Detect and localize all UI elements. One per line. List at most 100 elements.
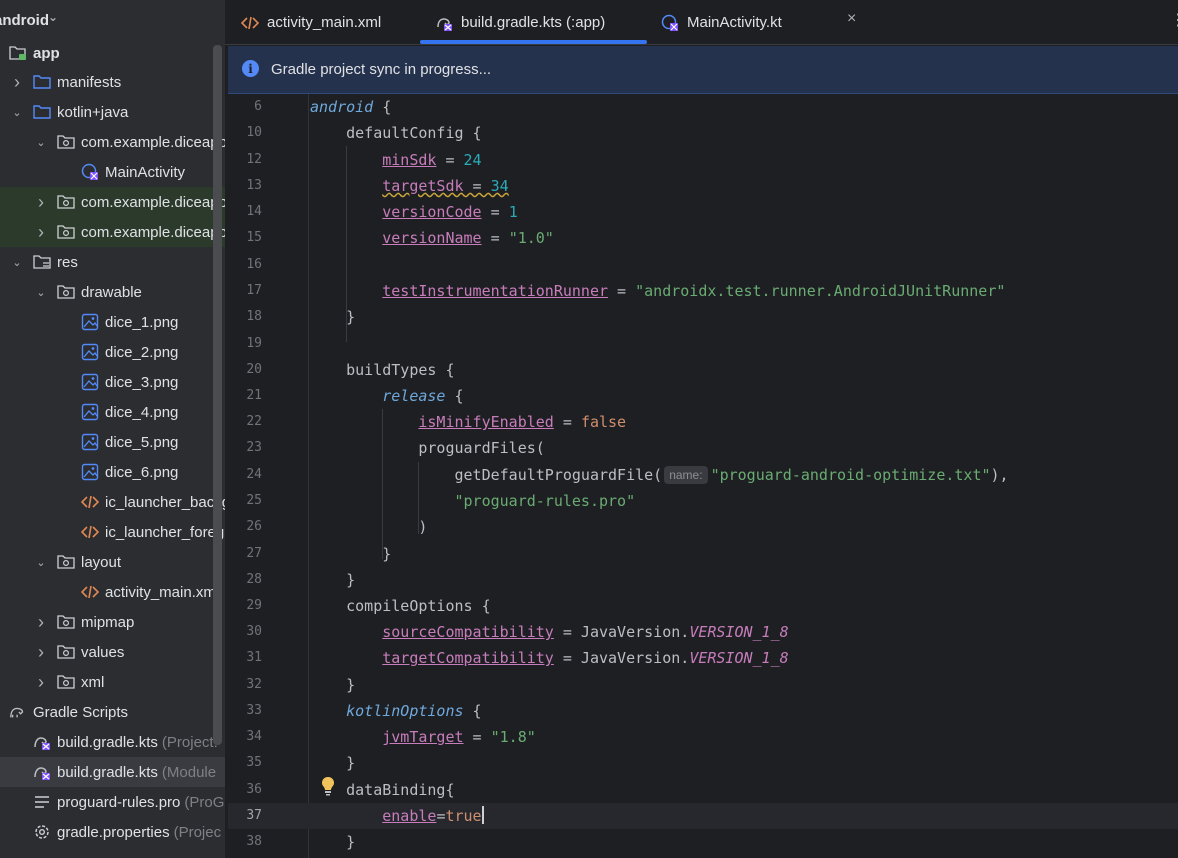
tree-item[interactable]: app — [0, 38, 225, 68]
tree-item[interactable]: gradle.properties (Projec — [0, 817, 225, 847]
project-tool-window: android ⌄ app › manifests ⌄ kotlin+java ⌄ com.… — [0, 0, 225, 858]
tab-mainactivity-kt[interactable]: MainActivity.kt — [661, 0, 782, 45]
more-tabs-icon[interactable]: ⋮ — [1170, 10, 1178, 30]
banner-text: Gradle project sync in progress... — [271, 61, 492, 78]
code-line[interactable]: 21 release { — [228, 383, 1178, 409]
code-line[interactable]: 13 targetSdk = 34 — [228, 173, 1178, 199]
tree-item[interactable]: › com.example.diceapp — [0, 187, 225, 217]
package-icon — [57, 613, 75, 631]
code-line[interactable]: 25 "proguard-rules.pro" — [228, 488, 1178, 514]
code-line[interactable]: 20 buildTypes { — [228, 357, 1178, 383]
chevron-right-icon[interactable]: › — [34, 222, 48, 243]
tree-item[interactable]: › mipmap — [0, 607, 225, 637]
tab-label: build.gradle.kts (:app) — [461, 14, 606, 31]
code-line[interactable]: 32 } — [228, 672, 1178, 698]
code-line[interactable]: 34 jvmTarget = "1.8" — [228, 724, 1178, 750]
tree-item[interactable]: ic_launcher_foreg — [0, 517, 225, 547]
code-line[interactable]: 15 versionName = "1.0" — [228, 225, 1178, 251]
code-line[interactable]: 29 compileOptions { — [228, 593, 1178, 619]
chevron-down-icon[interactable]: ⌄ — [48, 10, 58, 24]
tree-item[interactable]: › xml — [0, 667, 225, 697]
tree-item[interactable]: proguard-rules.pro (ProG — [0, 787, 225, 817]
parameter-hint: name: — [664, 466, 708, 484]
image-icon — [81, 403, 99, 421]
tree-item-text: dice_1.png — [105, 313, 179, 331]
tree-item[interactable]: › values — [0, 637, 225, 667]
code-line[interactable]: 14 versionCode = 1 — [228, 199, 1178, 225]
code-line[interactable]: 26 ) — [228, 514, 1178, 540]
tree-item[interactable]: activity_main.xml — [0, 577, 225, 607]
tree-item-text: dice_3.png — [105, 373, 179, 391]
tree-item[interactable]: MainActivity — [0, 157, 225, 187]
tree-item[interactable]: dice_4.png — [0, 397, 225, 427]
code-line[interactable]: 16 — [228, 252, 1178, 278]
code-line[interactable]: 28 } — [228, 567, 1178, 593]
tree-item-text: xml — [81, 673, 105, 691]
code-line[interactable]: 12 minSdk = 24 — [228, 147, 1178, 173]
tree-item[interactable]: dice_5.png — [0, 427, 225, 457]
tree-item-text: com.example.diceapp — [81, 133, 225, 151]
chevron-right-icon[interactable]: › — [34, 192, 48, 213]
tree-item-label: activity_main.xml — [105, 584, 219, 601]
close-icon[interactable]: × — [847, 10, 856, 28]
chevron-down-icon[interactable]: ⌄ — [10, 106, 24, 119]
tree-item-label: mipmap — [81, 614, 134, 631]
code-line[interactable]: 35 } — [228, 750, 1178, 776]
chevron-right-icon[interactable]: › — [10, 72, 24, 93]
chevron-right-icon[interactable]: › — [34, 672, 48, 693]
chevron-down-icon[interactable]: ⌄ — [10, 256, 24, 269]
chevron-right-icon[interactable]: › — [34, 642, 48, 663]
project-view-title[interactable]: android — [0, 12, 49, 29]
lightbulb-icon[interactable] — [320, 776, 336, 796]
code-line[interactable]: 6 android { — [228, 94, 1178, 120]
tree-item-text: MainActivity — [105, 163, 186, 181]
tree-item[interactable]: ⌄ res — [0, 247, 225, 277]
tree-item[interactable]: ⌄ drawable — [0, 277, 225, 307]
code-line[interactable]: 22 isMinifyEnabled = false — [228, 409, 1178, 435]
tree-item-label: dice_1.png — [105, 314, 178, 331]
tree-item[interactable]: dice_3.png — [0, 367, 225, 397]
sidebar-scrollbar[interactable] — [213, 45, 222, 745]
code-line[interactable]: 36 dataBinding{ — [228, 777, 1178, 803]
code-line[interactable]: 23 proguardFiles( — [228, 435, 1178, 461]
gradle-kts-icon — [435, 14, 453, 32]
tree-item[interactable]: build.gradle.kts (Module — [0, 757, 225, 787]
code-line[interactable]: 33 kotlinOptions { — [228, 698, 1178, 724]
code-line[interactable]: 24 getDefaultProguardFile(name: "proguard… — [228, 462, 1178, 488]
tree-item[interactable]: Gradle Scripts — [0, 697, 225, 727]
code-line[interactable]: 30 sourceCompatibility = JavaVersion.VER… — [228, 619, 1178, 645]
code-line[interactable]: 18 } — [228, 304, 1178, 330]
tab-activity-main-xml[interactable]: activity_main.xml — [241, 0, 381, 45]
tree-item[interactable]: dice_6.png — [0, 457, 225, 487]
chevron-right-icon[interactable]: › — [34, 612, 48, 633]
image-icon — [81, 433, 99, 451]
tree-item[interactable]: build.gradle.kts (Project: — [0, 727, 225, 757]
code-line[interactable]: 19 — [228, 331, 1178, 357]
package-icon — [57, 223, 75, 241]
tree-item[interactable]: ic_launcher_backg — [0, 487, 225, 517]
code-line[interactable]: 27 } — [228, 541, 1178, 567]
code-line[interactable]: 10 defaultConfig { — [228, 120, 1178, 146]
code-line[interactable]: 17 testInstrumentationRunner = "androidx… — [228, 278, 1178, 304]
tree-item-text: dice_2.png — [105, 343, 179, 361]
code-line[interactable]: 31 targetCompatibility = JavaVersion.VER… — [228, 645, 1178, 671]
tree-item[interactable]: ⌄ layout — [0, 547, 225, 577]
tree-item-text: ic_launcher_foreg — [105, 523, 225, 541]
chevron-down-icon[interactable]: ⌄ — [34, 136, 48, 149]
code-line[interactable]: 38 } — [228, 829, 1178, 855]
tree-item-text: manifests — [57, 73, 122, 91]
tree-item[interactable]: › com.example.diceapp — [0, 217, 225, 247]
tree-item[interactable]: ⌄ kotlin+java — [0, 97, 225, 127]
kotlin-class-icon — [81, 163, 99, 181]
tree-item[interactable]: dice_1.png — [0, 307, 225, 337]
tree-item[interactable]: ⌄ com.example.diceapp — [0, 127, 225, 157]
tree-item-label: dice_2.png — [105, 344, 178, 361]
code-line-current[interactable]: 37 enable=true — [228, 803, 1178, 829]
tree-item[interactable]: dice_2.png — [0, 337, 225, 367]
folder-icon — [33, 103, 51, 121]
tab-build-gradle-kts-app[interactable]: build.gradle.kts (:app) — [435, 0, 605, 45]
code-editor[interactable]: 6 android { 10 defaultConfig { 12 minSdk … — [228, 94, 1178, 858]
chevron-down-icon[interactable]: ⌄ — [34, 286, 48, 299]
chevron-down-icon[interactable]: ⌄ — [34, 556, 48, 569]
tree-item[interactable]: › manifests — [0, 67, 225, 97]
